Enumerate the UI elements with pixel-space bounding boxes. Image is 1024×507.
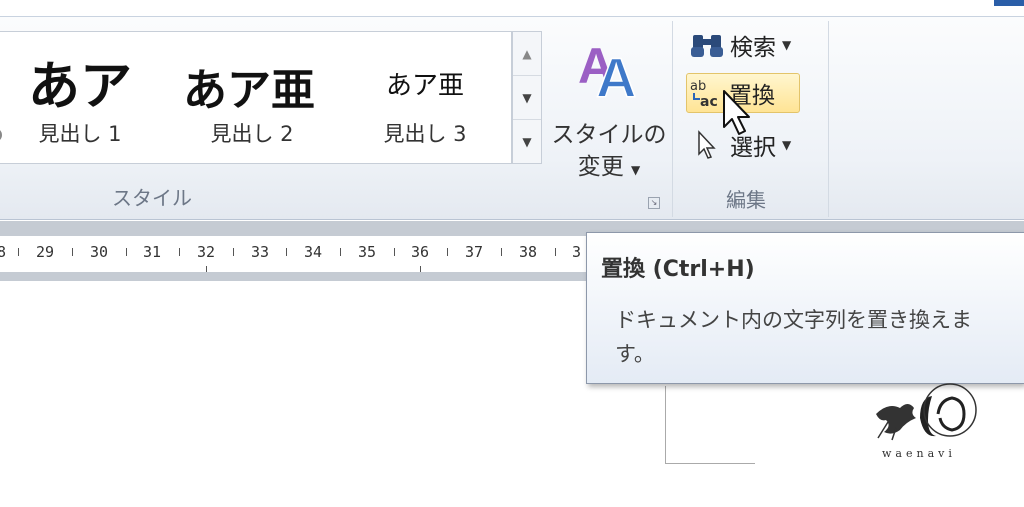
style-label: 見出し 2 <box>210 122 294 146</box>
ruler-tick <box>501 248 502 256</box>
replace-ab-icon: ab ac <box>687 77 725 109</box>
ruler-number: 35 <box>358 243 377 261</box>
ruler-tick <box>340 248 341 256</box>
svg-text:A: A <box>596 46 636 101</box>
ruler-number: 30 <box>90 243 109 261</box>
dialog-launcher-icon[interactable]: ↘ <box>648 197 660 209</box>
tooltip-body: ドキュメント内の文字列を置き換えます。 <box>615 308 972 366</box>
svg-text:ab: ab <box>690 79 706 94</box>
group-divider <box>828 21 829 217</box>
ruler-number: 33 <box>251 243 270 261</box>
style-heading-1[interactable]: あア 見出し 1 <box>0 32 160 163</box>
more-icon: ▼ <box>522 135 532 149</box>
group-divider <box>672 21 673 217</box>
ruler-number: 37 <box>465 243 484 261</box>
ruler-tick <box>126 248 127 256</box>
window-accent <box>994 0 1024 6</box>
styles-group-label: スタイル <box>112 186 192 210</box>
style-label: 見出し 1 <box>38 122 122 146</box>
triangle-up-icon: ▲ <box>522 46 532 61</box>
ruler-tick <box>233 248 234 256</box>
scroll-up-button[interactable]: ▲ <box>513 32 541 76</box>
style-heading-3[interactable]: あア亜 見出し 3 <box>342 32 508 163</box>
tooltip-title: 置換 (Ctrl+H) <box>601 257 755 282</box>
ruler-number: 29 <box>36 243 55 261</box>
binoculars-icon <box>688 29 726 61</box>
change-styles-button[interactable]: A A スタイルの 変更 ▼ <box>550 27 668 187</box>
replace-tooltip: 置換 (Ctrl+H) ドキュメント内の文字列を置き換えます。 <box>586 232 1024 384</box>
ruler-number: 8 <box>0 243 7 261</box>
style-sample: あア亜 <box>183 65 315 116</box>
change-styles-line1: スタイルの <box>551 122 667 148</box>
ruler-number: 34 <box>304 243 323 261</box>
ruler-number: 38 <box>519 243 538 261</box>
svg-text:ac: ac <box>700 94 718 109</box>
ruler-tick <box>179 248 180 256</box>
style-heading-2[interactable]: あア亜 見出し 2 <box>172 32 332 163</box>
style-sample: あア亜 <box>385 71 464 101</box>
ruler-number: 3 <box>572 243 582 261</box>
ruler-tick <box>72 248 73 256</box>
gallery-scroll: ▲ ▼ ▼ <box>512 31 542 164</box>
tab-stop-mark <box>420 266 421 272</box>
style-letters-icon: A A <box>578 38 637 101</box>
ruler-tick <box>447 248 448 256</box>
tab-stop-mark <box>206 266 207 272</box>
find-label: 検索 <box>730 35 776 61</box>
editing-group-label: 編集 <box>726 188 766 212</box>
ruler-tick <box>394 248 395 256</box>
ruler-tick <box>18 248 19 256</box>
change-styles-label: スタイルの 変更 ▼ <box>550 119 668 186</box>
chevron-down-icon: ▼ <box>631 163 641 177</box>
ruler-tick <box>555 248 556 256</box>
ruler-number: 31 <box>143 243 162 261</box>
watermark-text: waenavi <box>882 447 956 460</box>
mouse-cursor-icon <box>723 90 750 135</box>
styles-gallery: あア 見出し 1 あア亜 見出し 2 あア亜 見出し 3 <box>0 31 512 164</box>
text-boundary-line <box>665 463 755 464</box>
find-button[interactable]: 検索 ▼ <box>688 25 791 65</box>
ruler-number: 32 <box>197 243 216 261</box>
ruler-tick <box>286 248 287 256</box>
ruler-number: 36 <box>411 243 430 261</box>
title-strip <box>0 0 1024 17</box>
style-label: 見出し 3 <box>383 122 467 146</box>
change-styles-line2: 変更 <box>577 154 624 180</box>
style-sample: あア <box>27 57 132 117</box>
chevron-down-icon: ▼ <box>782 38 792 52</box>
triangle-down-icon: ▼ <box>522 90 532 105</box>
chevron-down-icon: ▼ <box>782 138 792 152</box>
gallery-more-button[interactable]: ▼ <box>513 120 541 164</box>
ribbon: あア 見出し 1 あア亜 見出し 2 あア亜 見出し 3 ▲ ▼ ▼ A A ス… <box>0 17 1024 220</box>
text-boundary-line <box>665 386 666 464</box>
scroll-down-button[interactable]: ▼ <box>513 76 541 120</box>
